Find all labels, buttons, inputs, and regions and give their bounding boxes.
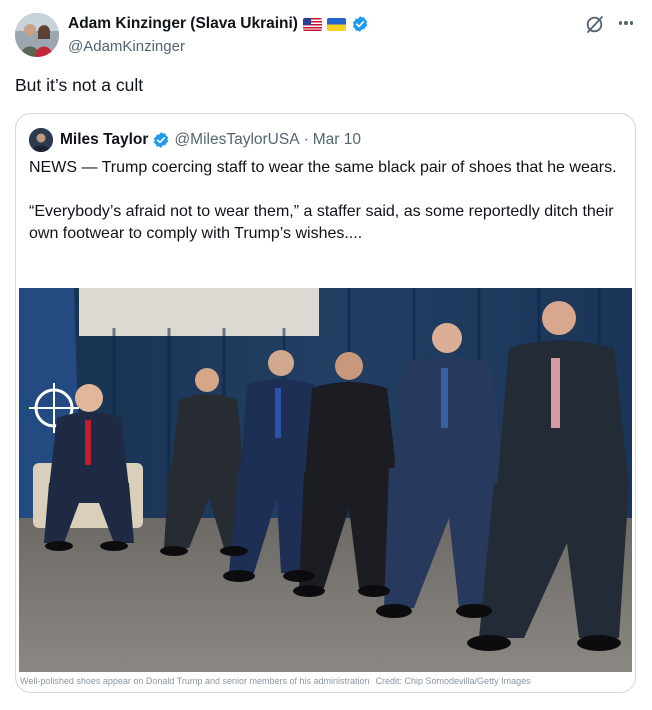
caption-text: Well-polished shoes appear on Donald Tru… [20, 676, 370, 686]
author-display-name[interactable]: Adam Kinzinger (Slava Ukraini) [68, 15, 298, 33]
post-text: But it’s not a cult [15, 75, 144, 95]
verified-badge-icon[interactable] [152, 131, 170, 149]
quoted-text: NEWS — Trump coercing staff to wear the … [29, 157, 629, 245]
author-name-row: Adam Kinzinger (Slava Ukraini) [68, 15, 369, 33]
media-caption: Well-polished shoes appear on Donald Tru… [20, 676, 531, 686]
quoted-header: Miles Taylor @MilesTaylorUSA · Mar 10 [60, 131, 361, 149]
quoted-tweet[interactable]: Miles Taylor @MilesTaylorUSA · Mar 10 NE… [15, 113, 636, 693]
post: Adam Kinzinger (Slava Ukraini) @AdamKinz… [0, 0, 652, 710]
author-avatar[interactable] [15, 13, 59, 57]
caption-credit: Credit: Chip Somodevilla/Getty Images [375, 676, 531, 686]
quoted-display-name[interactable]: Miles Taylor [60, 131, 148, 149]
separator-dot: · [303, 131, 309, 148]
ukraine-flag-icon [326, 17, 346, 31]
quoted-handle[interactable]: @MilesTaylorUSA [174, 131, 299, 149]
author-handle[interactable]: @AdamKinzinger [68, 38, 185, 55]
quoted-paragraph: NEWS — Trump coercing staff to wear the … [29, 159, 617, 176]
media-photo[interactable] [19, 288, 632, 672]
verified-badge-icon[interactable] [351, 15, 369, 33]
quoted-paragraph: “Everybody’s afraid not to wear them,” a… [29, 203, 614, 242]
quoted-date[interactable]: Mar 10 [313, 131, 361, 149]
more-options-icon[interactable] [615, 12, 637, 34]
quoted-author-avatar[interactable] [29, 128, 53, 152]
us-flag-icon [302, 17, 322, 31]
grok-icon[interactable] [585, 14, 605, 34]
